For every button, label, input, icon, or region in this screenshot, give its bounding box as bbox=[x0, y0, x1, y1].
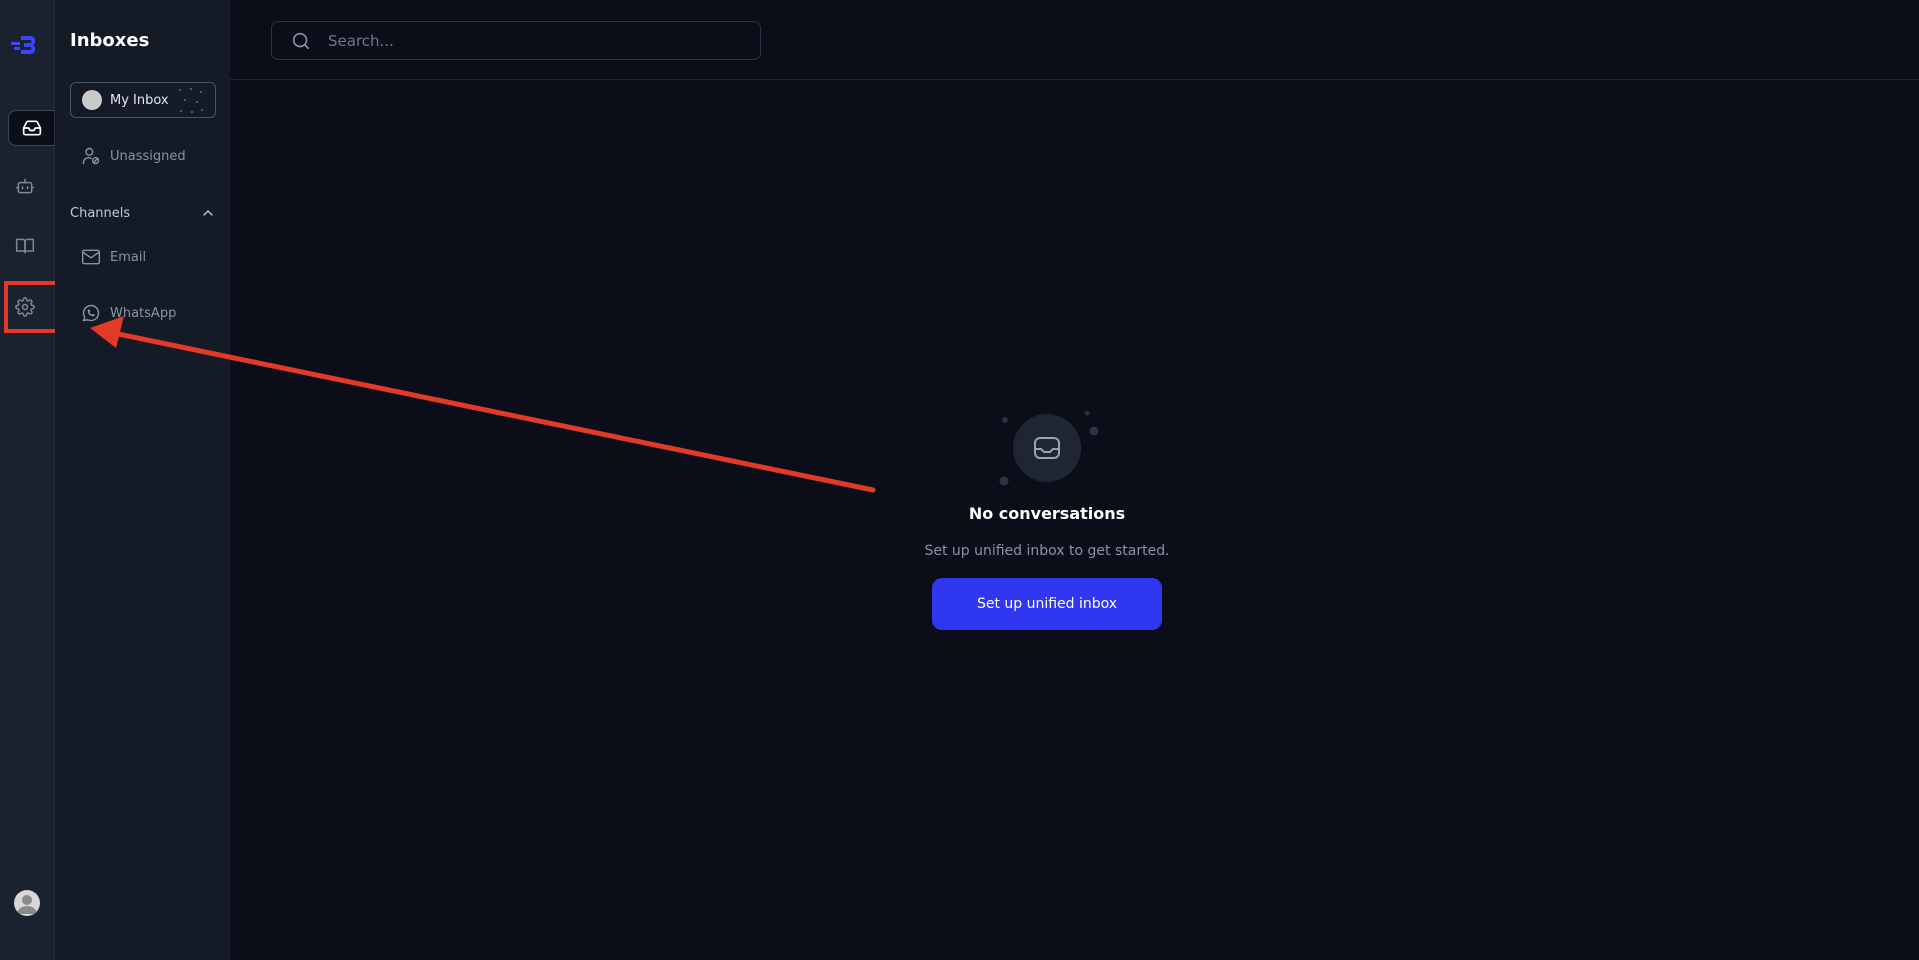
search-icon bbox=[292, 32, 310, 49]
rail-inbox-button[interactable] bbox=[8, 110, 54, 146]
sidebar-item-label: Unassigned bbox=[110, 148, 186, 164]
icon-rail bbox=[0, 0, 60, 960]
sidebar-item-unassigned[interactable]: Unassigned bbox=[81, 146, 186, 166]
channels-label: Channels bbox=[70, 205, 131, 221]
rail-bot-button[interactable] bbox=[2, 168, 48, 204]
channels-section-header[interactable]: Channels bbox=[70, 205, 216, 221]
book-icon bbox=[15, 238, 35, 254]
search-box[interactable] bbox=[271, 21, 761, 60]
my-inbox-label: My Inbox bbox=[110, 92, 169, 108]
user-unassigned-icon bbox=[82, 147, 100, 165]
search-input[interactable] bbox=[326, 30, 730, 51]
sparkle-dots-icon bbox=[179, 88, 203, 113]
annotation-arrow bbox=[90, 316, 876, 493]
setup-unified-inbox-button[interactable]: Set up unified inbox bbox=[932, 578, 1162, 630]
avatar bbox=[82, 90, 102, 110]
whatsapp-icon bbox=[82, 304, 100, 322]
empty-state-subtitle: Set up unified inbox to get started. bbox=[924, 543, 1170, 559]
sidebar-item-email[interactable]: Email bbox=[81, 247, 146, 267]
sidebar-item-label: Email bbox=[110, 249, 147, 265]
empty-state-title: No conversations bbox=[968, 504, 1126, 523]
inboxes-sidebar: Inboxes My Inbox Unassigned Channels Ema… bbox=[55, 0, 230, 960]
user-avatar[interactable] bbox=[14, 890, 40, 916]
brand-logo[interactable] bbox=[9, 34, 39, 54]
sidebar-item-whatsapp[interactable]: WhatsApp bbox=[81, 303, 176, 323]
sidebar-title: Inboxes bbox=[70, 30, 150, 51]
chevron-up-icon[interactable] bbox=[200, 205, 216, 221]
sidebar-item-label: WhatsApp bbox=[110, 305, 177, 321]
inbox-icon bbox=[22, 120, 41, 136]
bot-icon bbox=[15, 178, 35, 194]
user-avatar-icon bbox=[17, 895, 37, 914]
my-inbox-item[interactable]: My Inbox bbox=[70, 82, 216, 118]
empty-inbox-illustration bbox=[999, 410, 1099, 486]
mail-icon bbox=[81, 249, 101, 265]
settings-highlight-box bbox=[4, 281, 60, 333]
top-bar bbox=[230, 0, 1919, 80]
rail-knowledge-button[interactable] bbox=[2, 228, 48, 264]
